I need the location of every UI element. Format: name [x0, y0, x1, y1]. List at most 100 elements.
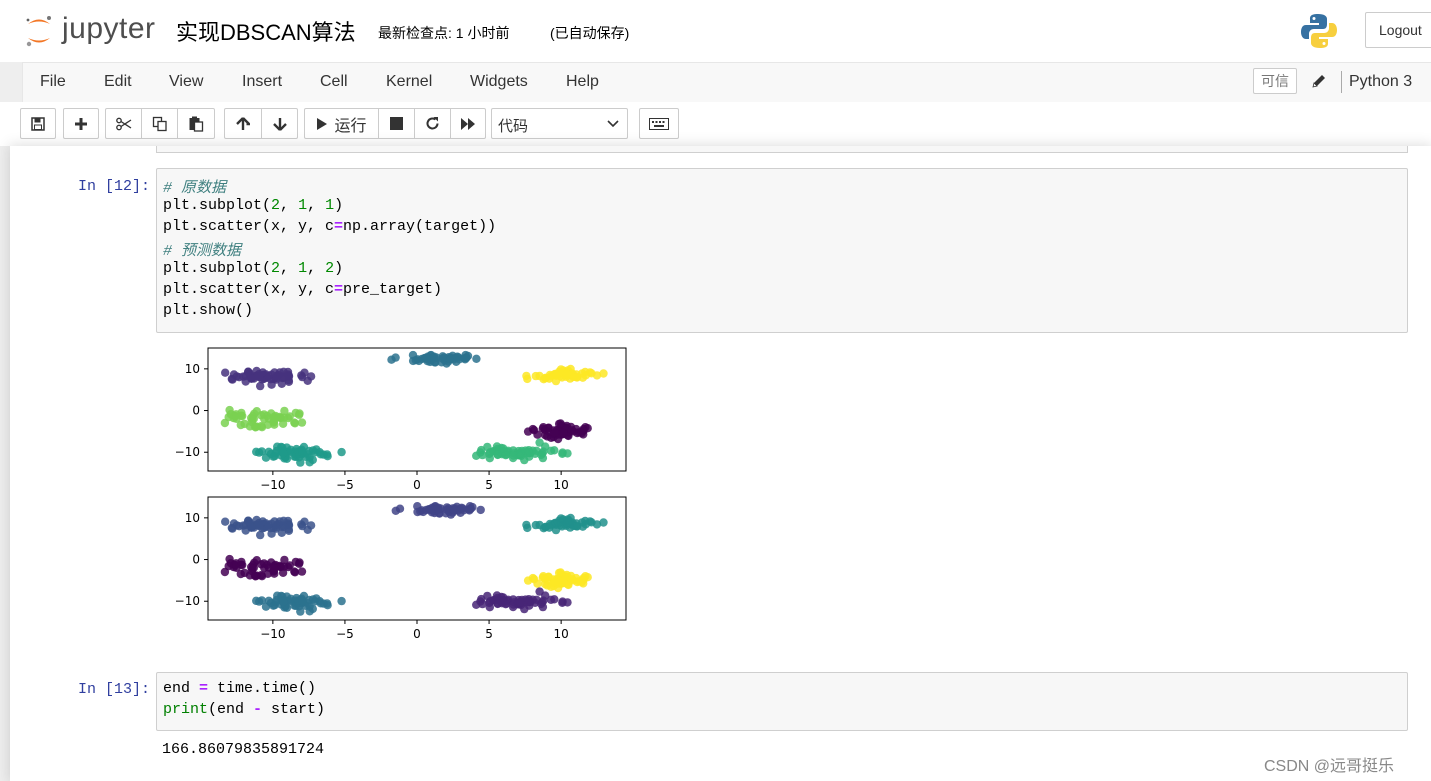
- cell-13-input[interactable]: end = time.time() print(end - start): [156, 672, 1408, 731]
- code-token: plt.scatter(x, y, c: [163, 218, 335, 235]
- command-palette-button[interactable]: [639, 108, 679, 139]
- code-token: np.array(target)): [343, 218, 497, 235]
- csdn-watermark: CSDN @远哥挺乐: [1264, 758, 1395, 775]
- cut-button[interactable]: [105, 108, 142, 139]
- keyboard-icon: [649, 117, 669, 130]
- y-tick-label: 10: [185, 511, 200, 525]
- restart-button[interactable]: [414, 108, 451, 139]
- menu-view[interactable]: View: [169, 73, 203, 91]
- run-button[interactable]: 运行: [304, 108, 379, 139]
- scatter-point: [337, 596, 346, 606]
- cell-12-input[interactable]: # 原数据 plt.subplot(2, 1, 1) plt.scatter(x, …: [156, 168, 1408, 333]
- scatter-point: [267, 529, 276, 538]
- checkpoint-status: 最新检查点: 1 小时前: [378, 25, 510, 41]
- jupyter-logo-text[interactable]: jupyter: [62, 12, 156, 46]
- menu-insert[interactable]: Insert: [242, 73, 282, 91]
- code-token: print: [163, 701, 209, 718]
- move-down-button[interactable]: [261, 108, 298, 139]
- insert-cell-button[interactable]: [63, 108, 99, 139]
- move-up-button[interactable]: [224, 108, 262, 139]
- scatter-point: [387, 355, 396, 364]
- copy-button[interactable]: [141, 108, 178, 139]
- y-tick-label: 0: [192, 553, 200, 567]
- menu-kernel[interactable]: Kernel: [386, 73, 432, 91]
- scatter-point: [422, 354, 431, 364]
- scatter-point: [567, 426, 576, 435]
- subplot-1: −10 −5 0 5 10 10 0 −10: [175, 347, 627, 492]
- scatter-point: [298, 521, 307, 531]
- x-tick-label: 0: [413, 627, 421, 641]
- save-button[interactable]: [20, 108, 56, 139]
- scatter-point: [468, 502, 477, 512]
- x-tick-label: −10: [260, 478, 285, 492]
- scatter-point: [297, 567, 307, 576]
- scatter-point: [599, 518, 608, 527]
- kernel-separator: [1341, 71, 1342, 93]
- scatter-point: [413, 502, 422, 511]
- code-line: # 原数据: [163, 176, 226, 197]
- code-token: plt.subplot(: [163, 197, 272, 214]
- y-tick-label: −10: [175, 594, 200, 608]
- code-token: plt.show(): [163, 302, 254, 319]
- code-token: (end: [208, 701, 254, 718]
- code-token: =: [334, 281, 344, 298]
- notebook-title[interactable]: 实现DBSCAN算法: [176, 15, 356, 47]
- paste-icon: [189, 116, 204, 132]
- code-token: 1: [298, 197, 308, 214]
- scatter-point: [298, 596, 307, 606]
- scatter-point: [516, 598, 525, 607]
- scatter-point: [264, 447, 273, 456]
- menu-help[interactable]: Help: [566, 73, 599, 91]
- menu-edit[interactable]: Edit: [104, 73, 132, 91]
- scatter-point: [572, 522, 581, 531]
- cell-type-select[interactable]: 代码: [491, 108, 628, 139]
- scatter-point: [279, 597, 288, 606]
- paste-button[interactable]: [177, 108, 215, 139]
- scatter-point: [391, 506, 400, 515]
- scatter-point: [298, 372, 307, 382]
- code-token: ,: [307, 260, 326, 277]
- scatter-point: [290, 567, 299, 576]
- code-token: 2: [325, 260, 335, 277]
- menubar: File Edit View Insert Cell Kernel Widget…: [22, 62, 1431, 102]
- menu-file[interactable]: File: [40, 73, 66, 91]
- scatter-point: [257, 423, 267, 432]
- scatter-point: [235, 522, 244, 531]
- chevron-down-icon: [607, 120, 619, 128]
- menu-widgets[interactable]: Widgets: [470, 73, 528, 91]
- stop-icon: [390, 117, 403, 130]
- x-tick-label: 0: [413, 478, 421, 492]
- code-token: -: [253, 701, 263, 718]
- x-tick-label: 5: [485, 627, 493, 641]
- scatter-point: [305, 458, 314, 467]
- trusted-indicator[interactable]: 可信: [1253, 68, 1297, 94]
- previous-cell-input[interactable]: [156, 146, 1408, 153]
- menu-cell[interactable]: Cell: [320, 73, 348, 91]
- scatter-point: [463, 351, 473, 361]
- x-tick-label: 10: [553, 478, 568, 492]
- subplot-2: −10 −5 0 5 10 10 0 −10: [175, 496, 627, 641]
- plus-icon: [75, 117, 87, 130]
- jupyter-logo-icon[interactable]: [24, 14, 54, 48]
- scatter-point: [225, 405, 234, 415]
- scatter-point: [267, 380, 276, 389]
- scatter-point: [476, 505, 485, 515]
- pencil-icon[interactable]: [1311, 73, 1327, 89]
- scatter-point: [558, 597, 567, 606]
- code-line: plt.subplot(2, 1, 1): [163, 197, 343, 214]
- scatter-point: [221, 517, 230, 526]
- scatter-point: [294, 410, 304, 419]
- restart-run-all-button[interactable]: [450, 108, 486, 139]
- scatter-point: [531, 520, 540, 530]
- scatter-point: [577, 428, 586, 438]
- scatter-point: [523, 523, 532, 533]
- y-tick-label: 0: [192, 404, 200, 418]
- cell-13-prompt: In [13]:: [77, 681, 150, 698]
- kernel-name[interactable]: Python 3: [1349, 73, 1412, 91]
- logout-button[interactable]: Logout: [1365, 12, 1431, 48]
- scatter-point: [485, 448, 495, 457]
- scatter-point: [523, 374, 532, 384]
- scatter-point: [531, 371, 540, 381]
- scatter-point: [275, 517, 285, 526]
- interrupt-button[interactable]: [378, 108, 415, 139]
